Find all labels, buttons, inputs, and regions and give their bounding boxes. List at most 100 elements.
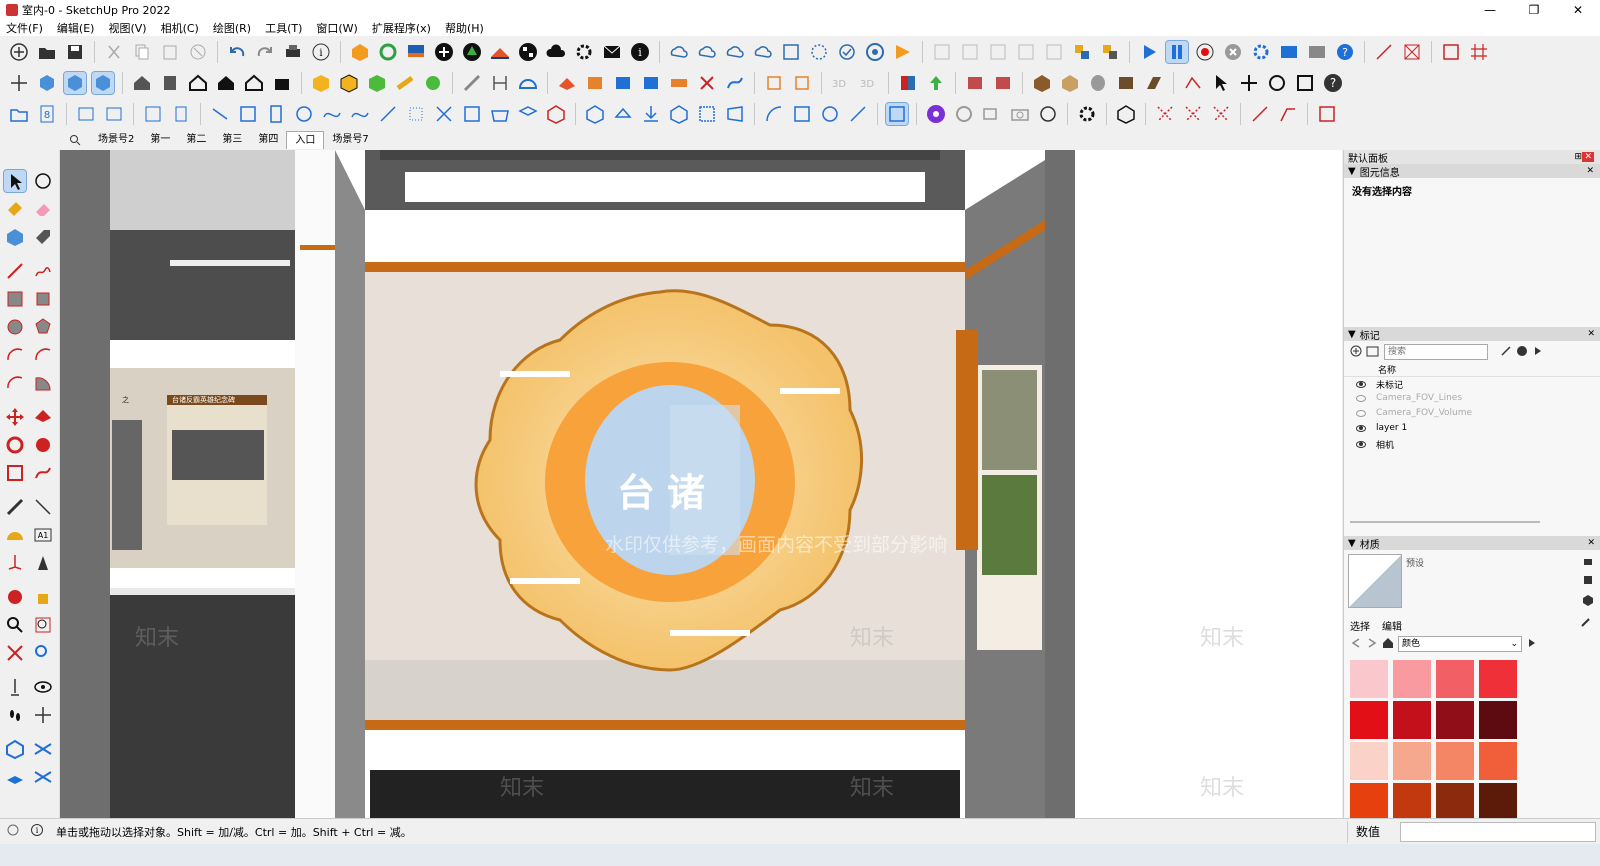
panel-icon[interactable]	[1115, 72, 1137, 94]
offset-icon[interactable]	[584, 72, 606, 94]
tool-d-icon[interactable]	[612, 103, 634, 125]
scene-search-icon[interactable]	[60, 134, 90, 146]
open-folder-icon[interactable]	[36, 41, 58, 63]
group-tool-3-icon[interactable]	[987, 41, 1009, 63]
tag-row-fov-lines[interactable]: Camera_FOV_Lines	[1356, 393, 1462, 403]
orbit-view-icon[interactable]	[4, 586, 26, 608]
geo-location-icon[interactable]	[6, 823, 20, 840]
home-icon[interactable]	[1382, 637, 1394, 652]
select-arrow-icon[interactable]	[1210, 72, 1232, 94]
tape-tool-icon[interactable]	[4, 496, 26, 518]
measurements-input[interactable]	[1400, 822, 1596, 842]
material-swatch[interactable]	[1393, 701, 1431, 739]
video-icon[interactable]	[981, 103, 1003, 125]
visibility-eye-icon[interactable]	[1356, 409, 1366, 417]
outliner-2-icon[interactable]	[1099, 41, 1121, 63]
cloud-upload-icon[interactable]	[545, 41, 567, 63]
tool-b-icon[interactable]	[170, 103, 192, 125]
network-icon[interactable]	[293, 103, 315, 125]
material-swatch[interactable]	[1350, 783, 1388, 818]
push-pull-tool-icon[interactable]	[32, 406, 54, 428]
material-sample-icon[interactable]	[1582, 574, 1594, 589]
line-red-icon[interactable]	[1373, 41, 1395, 63]
door-icon[interactable]	[265, 103, 287, 125]
model-viewport[interactable]: 台 诸 台诸反霸英雄纪念碑 之 水印仅供参考，画面内容不受到部分影响 知末 知末…	[60, 150, 1342, 818]
material-swatch[interactable]	[1350, 701, 1388, 739]
follow-me-tool-icon[interactable]	[32, 434, 54, 456]
section-plane-icon[interactable]	[32, 704, 54, 726]
move-tool-icon[interactable]	[4, 406, 26, 428]
push-pull-icon[interactable]	[556, 72, 578, 94]
cylinder-icon[interactable]	[1087, 72, 1109, 94]
visibility-eye-icon[interactable]	[1356, 441, 1366, 448]
iso-view-icon[interactable]	[36, 72, 58, 94]
warehouse-icon[interactable]	[349, 41, 371, 63]
scene-tab-fourth[interactable]: 第四	[250, 131, 286, 149]
help-circle-icon[interactable]: ?	[1334, 41, 1356, 63]
tool-g-icon[interactable]	[724, 103, 746, 125]
sandbox-smoove-icon[interactable]	[4, 766, 26, 788]
sandbox-contours-icon[interactable]	[4, 738, 26, 760]
refresh-icon[interactable]	[377, 41, 399, 63]
scale-icon[interactable]	[1294, 72, 1316, 94]
materials-2-icon[interactable]	[992, 72, 1014, 94]
polyline-icon[interactable]	[1182, 72, 1204, 94]
tags-close-icon[interactable]: ✕	[1587, 329, 1595, 339]
materials-close-icon[interactable]: ✕	[1587, 538, 1595, 548]
house-1-icon[interactable]	[131, 72, 153, 94]
add-folder-icon[interactable]	[1366, 345, 1380, 360]
menu-help[interactable]: 帮助(H)	[445, 20, 484, 36]
tag-row-untagged[interactable]: 未标记	[1356, 378, 1403, 391]
tool-h-icon[interactable]	[791, 103, 813, 125]
tape-measure-icon[interactable]	[461, 72, 483, 94]
materials-tab-edit[interactable]: 编辑	[1382, 618, 1402, 633]
tags-header[interactable]: ▼ 标记 ✕	[1344, 327, 1600, 342]
wave-icon[interactable]	[349, 103, 371, 125]
scene-tab-7[interactable]: 场景号7	[324, 131, 376, 149]
material-swatch[interactable]	[1479, 742, 1517, 780]
rotated-rect-icon[interactable]	[32, 288, 54, 310]
print-icon[interactable]	[282, 41, 304, 63]
materials-tab-select[interactable]: 选择	[1350, 618, 1370, 633]
cross-lines-icon[interactable]	[433, 103, 455, 125]
tree-icon[interactable]	[461, 41, 483, 63]
basket-icon[interactable]	[489, 103, 511, 125]
pan-hand-icon[interactable]	[32, 586, 54, 608]
line-tool-icon[interactable]	[209, 103, 231, 125]
tag-row-camera[interactable]: 相机	[1356, 438, 1394, 451]
position-camera-icon[interactable]	[4, 676, 26, 698]
arc-icon[interactable]	[763, 103, 785, 125]
folder-open-icon[interactable]	[8, 103, 30, 125]
entity-info-header[interactable]: ▼ 图元信息 ✕	[1344, 164, 1600, 179]
dimension-icon[interactable]	[489, 72, 511, 94]
info-icon[interactable]: i	[629, 41, 651, 63]
menu-file[interactable]: 文件(F)	[6, 20, 43, 36]
house-6-icon[interactable]	[271, 72, 293, 94]
frame-buffer-icon[interactable]	[1278, 41, 1300, 63]
material-swatch[interactable]	[1436, 742, 1474, 780]
cube-red-icon[interactable]	[545, 103, 567, 125]
style-wire-icon[interactable]	[338, 72, 360, 94]
menu-extensions[interactable]: 扩展程序(x)	[372, 20, 431, 36]
redo-icon[interactable]	[254, 41, 276, 63]
sandbox-icon[interactable]	[489, 41, 511, 63]
scene-tab-entrance[interactable]: 入口	[286, 131, 325, 149]
tag-row-fov-volume[interactable]: Camera_FOV_Volume	[1356, 408, 1472, 418]
cube-open-icon[interactable]	[1059, 72, 1081, 94]
zoom-icon[interactable]	[4, 614, 26, 636]
tool-e-icon[interactable]	[668, 103, 690, 125]
front-view-icon[interactable]	[91, 70, 115, 95]
pie-icon[interactable]	[32, 372, 54, 394]
play-icon[interactable]	[1138, 41, 1160, 63]
sheet-icon[interactable]	[461, 103, 483, 125]
rectangle-icon[interactable]	[4, 288, 26, 310]
outliner-icon[interactable]	[1071, 41, 1093, 63]
red-rect-icon[interactable]	[1316, 103, 1338, 125]
polygon-icon[interactable]	[32, 316, 54, 338]
cloud-search-icon[interactable]	[696, 41, 718, 63]
x-points-icon[interactable]	[1154, 103, 1176, 125]
material-swatch[interactable]	[1393, 783, 1431, 818]
layout-send-icon[interactable]	[405, 41, 427, 63]
tool-i-icon[interactable]	[819, 103, 841, 125]
chrome-icon[interactable]	[864, 41, 886, 63]
